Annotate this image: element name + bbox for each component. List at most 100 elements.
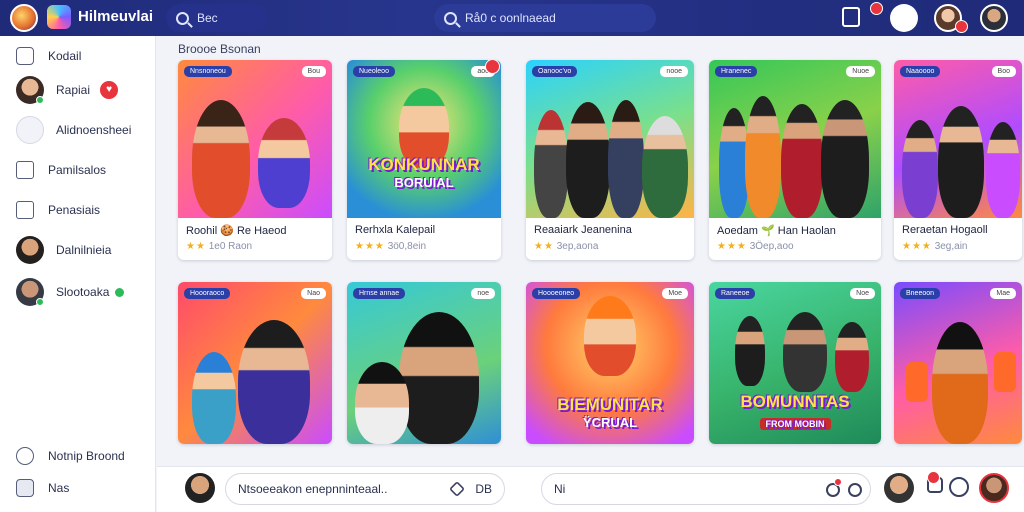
person-image: [642, 116, 688, 218]
card-meta: ★★ 1e0 Raon: [186, 241, 252, 252]
sidebar-item-rapiai[interactable]: Rapiai ♥: [16, 76, 119, 104]
sidebar-item-alidnoensheei[interactable]: Alidnoensheei: [16, 116, 131, 144]
chart-icon: [16, 116, 44, 144]
video-card[interactable]: Hranenec Nuoe Aoedam 🌱 Han Haolan ★★★ 3Ö…: [709, 60, 881, 260]
person-image: [938, 106, 984, 218]
share-icon[interactable]: [449, 481, 465, 497]
video-card[interactable]: BOMUNNTASFROM MOBIN Raneeoe Noe: [709, 282, 881, 444]
card-overlay-text: KONKUNNAR BORUIAL: [368, 155, 480, 190]
calendar-icon: [16, 201, 34, 219]
person-image: [355, 362, 409, 444]
card-thumbnail: [709, 60, 881, 218]
comment-placeholder: Ntsoeeakon enepnninteaal..: [238, 482, 388, 496]
card-thumbnail: [178, 282, 332, 444]
mic-icon[interactable]: [848, 483, 862, 497]
top-bar: Hilmeuvlai Bec Rå0 c oonlnaead: [0, 0, 1024, 36]
video-card[interactable]: Bneeoon Mae: [894, 282, 1022, 444]
notification-badge: [834, 478, 842, 486]
sidebar-item-label: Kodail: [48, 49, 82, 63]
card-meta-text: 1e0 Raon: [208, 241, 253, 252]
person-image: [986, 122, 1020, 218]
card-title: Reaaiark Jeanenina: [534, 224, 632, 236]
rating-stars: ★★★: [355, 241, 385, 252]
card-tag: Nueoleoo: [353, 66, 395, 77]
card-count: Nao: [301, 288, 326, 299]
card-meta-text: 3ep,aona: [556, 241, 599, 252]
app-logo[interactable]: [10, 4, 38, 32]
comment-input[interactable]: Ntsoeeakon enepnninteaal.. DB: [225, 473, 505, 505]
card-overlay-text: BOMUNNTASFROM MOBIN: [740, 392, 850, 430]
card-meta-text: 3Öep,aoo: [749, 241, 794, 252]
sidebar-footer-item[interactable]: Notnip Broond: [16, 442, 125, 470]
gift-icon[interactable]: [890, 4, 918, 32]
card-thumbnail: BOMUNNTASFROM MOBIN: [709, 282, 881, 444]
sidebar-footer-item-2[interactable]: Nas: [16, 474, 69, 502]
emoji-icon[interactable]: DB: [475, 482, 492, 496]
app-name: Hilmeuvlai: [78, 8, 154, 25]
card-tag: Hoooeoneo: [532, 288, 581, 299]
person-image: [238, 320, 310, 444]
video-card[interactable]: Hoooraoco Nao: [178, 282, 332, 444]
video-card[interactable]: BIEMUNITAR ŸCRUAL Hoooeoneo Moe: [526, 282, 694, 444]
sidebar-item-label: Pamilsalos: [48, 163, 107, 177]
profile-avatar[interactable]: [980, 4, 1008, 32]
card-tag: Naaoooo: [900, 66, 941, 77]
user-avatar[interactable]: [185, 473, 215, 503]
card-overlay-text: BIEMUNITAR ŸCRUAL: [557, 395, 663, 430]
person-image: [534, 110, 568, 218]
inbox-icon: [16, 47, 34, 65]
card-title: Roohil 🍪 Re Haeod: [186, 225, 287, 237]
card-title: Rerhxla Kalepail: [355, 224, 436, 236]
video-card[interactable]: Nnsnoneou Bou Roohil 🍪 Re Haeod ★★ 1e0 R…: [178, 60, 332, 260]
avatar: [16, 236, 44, 264]
card-tag: Hranenec: [715, 66, 758, 77]
card-meta: ★★★ 3eg,ain: [902, 241, 968, 252]
card-count: Mae: [990, 288, 1016, 299]
sidebar-item-penasiais[interactable]: Penasiais: [16, 196, 100, 224]
sidebar-item-kodail[interactable]: Kodail: [16, 42, 81, 70]
card-meta-text: 3eg,ain: [934, 241, 968, 252]
sidebar-item-slootoaka[interactable]: Slootoaka: [16, 278, 125, 306]
person-image: [735, 316, 765, 386]
card-thumbnail: [526, 60, 694, 218]
sidebar-item-label: Dalnilnieia: [56, 243, 112, 257]
search-text: Bec: [197, 11, 218, 25]
search-box[interactable]: Bec: [166, 4, 268, 32]
video-card[interactable]: Oanooc'vo nooe Reaaiark Jeanenina ★★ 3ep…: [526, 60, 694, 260]
card-title: Aoedam 🌱 Han Haolan: [717, 225, 836, 237]
section-title: Broooe Bsonan: [178, 42, 261, 56]
search-icon: [444, 11, 457, 25]
bookmark-icon[interactable]: [842, 7, 860, 27]
cartoon-image: [258, 118, 310, 208]
help-icon: [16, 479, 34, 497]
card-meta-text: 3ö0,8ein: [387, 241, 427, 252]
profile-avatar[interactable]: [979, 473, 1009, 503]
sidebar-item-pamilsalos[interactable]: Pamilsalos: [16, 156, 106, 184]
reply-text: Ni: [554, 482, 566, 496]
video-card[interactable]: KONKUNNAR BORUIAL Nueoleoo aoo Rerhxla Ka…: [347, 60, 501, 260]
center-search-input[interactable]: Rå0 c oonlnaead: [434, 4, 656, 32]
video-card[interactable]: Hrnse annae noe: [347, 282, 501, 444]
settings-icon: [16, 447, 34, 465]
refresh-icon[interactable]: [949, 477, 969, 497]
sidebar-item-dalnilnieia[interactable]: Dalnilnieia: [16, 236, 111, 264]
person-image: [608, 100, 644, 218]
sidebar-item-label: Slootoaka: [56, 285, 110, 299]
card-thumbnail: BIEMUNITAR ŸCRUAL: [526, 282, 694, 444]
notification-badge: [870, 2, 883, 15]
drum-image: [994, 352, 1016, 392]
rating-stars: ★★: [186, 241, 206, 252]
card-thumbnail: KONKUNNAR BORUIAL: [347, 60, 501, 218]
video-card[interactable]: Naaoooo Boo Reraetan Hogaoll ★★★ 3eg,ain: [894, 60, 1022, 260]
participant-avatar[interactable]: [884, 473, 914, 503]
person-image: [902, 120, 938, 218]
rating-stars: ★★★: [902, 241, 932, 252]
person-image: [192, 352, 236, 444]
reply-input[interactable]: Ni: [541, 473, 871, 505]
like-badge: [927, 471, 940, 484]
avatar: [16, 278, 44, 306]
center-search-text: Rå0 c oonlnaead: [465, 11, 556, 25]
sidebar-footer-label: Nas: [48, 481, 70, 495]
card-thumbnail: [347, 282, 501, 444]
sidebar-item-label: Penasiais: [48, 203, 101, 217]
